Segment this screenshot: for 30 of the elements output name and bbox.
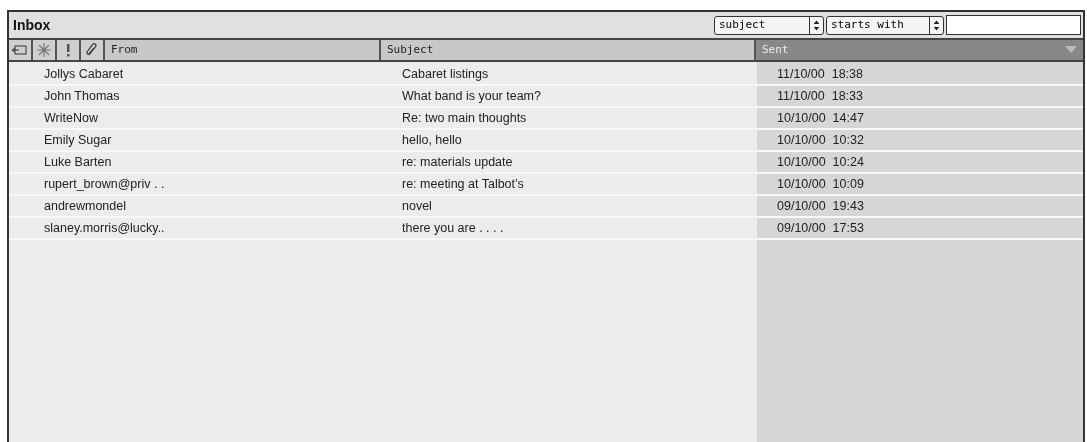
sent-date-cell-text: 10/10/00 14:47: [777, 109, 864, 127]
sent-date-cell-text: 09/10/00 19:43: [777, 197, 864, 215]
subject-cell-text: re: materials update: [402, 153, 514, 171]
sent-date-cell-text: 10/10/00 10:32: [777, 131, 864, 149]
sender-cell-text: andrewmondel: [44, 197, 127, 215]
sender-cell-text: Emily Sugar: [44, 131, 113, 149]
subject-cell-text: What band is your team?: [402, 87, 542, 105]
sent-date-cell-text: 09/10/00 17:53: [777, 219, 864, 237]
sort-arrow-icon: [1065, 46, 1077, 54]
subject-cell-text: Re: two main thoughts: [402, 109, 528, 127]
filter-field-dropdown[interactable]: subject: [714, 15, 824, 35]
sender-cell-text: Jollys Cabaret: [44, 65, 125, 83]
subject-cell-text: re: meeting at Talbot’s: [402, 175, 525, 193]
subject-cell-text: hello, hello: [402, 131, 463, 149]
filter-input[interactable]: [946, 15, 1081, 35]
window-title: Inbox: [13, 15, 51, 35]
sender-cell-text: rupert_brown@priv . .: [44, 175, 166, 193]
sent-date-cell-text: 11/10/00 18:38: [777, 65, 863, 83]
sender-cell-text: Luke Barten: [44, 153, 113, 171]
subject-cell-text: Cabaret listings: [402, 65, 490, 83]
filter-condition-dropdown[interactable]: starts with: [826, 15, 944, 35]
subject-cell-text: there you are . . . .: [402, 219, 505, 237]
subject-cell-text: novel: [402, 197, 433, 215]
sparkle-icon[interactable]: [35, 41, 53, 59]
sent-date-cell-text: 10/10/00 10:24: [777, 153, 864, 171]
sent-date-cell-text: 10/10/00 10:09: [777, 175, 864, 193]
sender-cell-text: slaney.morris@lucky..: [44, 219, 166, 237]
sender-cell-text: John Thomas: [44, 87, 121, 105]
sender-cell-text: WriteNow: [44, 109, 99, 127]
sent-date-cell-text: 11/10/00 18:33: [777, 87, 863, 105]
